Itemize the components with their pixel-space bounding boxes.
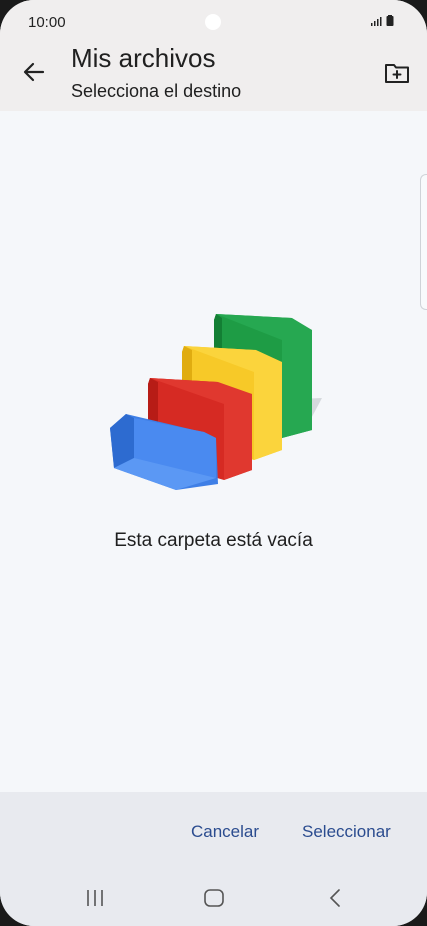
- empty-folders-illustration: [110, 314, 322, 490]
- recents-icon: [87, 890, 103, 906]
- phone-screen: 10:00 Mis archivos Selecciona el destino: [0, 0, 427, 926]
- select-button[interactable]: Seleccionar: [296, 818, 397, 846]
- page-title: Mis archivos: [71, 43, 216, 73]
- chevron-left-icon: [329, 889, 340, 907]
- app-header: Mis archivos Selecciona el destino: [0, 36, 427, 111]
- status-bar: 10:00: [0, 0, 427, 36]
- scroll-handle[interactable]: [420, 174, 427, 310]
- status-icons: [371, 15, 394, 26]
- camera-cutout: [205, 14, 221, 30]
- empty-folder-message: Esta carpeta está vacía: [114, 530, 313, 551]
- new-folder-button[interactable]: [379, 58, 415, 88]
- arrow-left-icon: [23, 62, 45, 82]
- back-nav-button[interactable]: [315, 882, 355, 914]
- status-time: 10:00: [28, 14, 66, 31]
- folder-plus-icon: [385, 64, 409, 83]
- home-icon: [204, 889, 224, 907]
- cancel-button[interactable]: Cancelar: [185, 818, 265, 846]
- back-button[interactable]: [16, 58, 52, 86]
- page-subtitle: Selecciona el destino: [71, 81, 242, 101]
- signal-icon: [371, 17, 382, 26]
- recents-nav-button[interactable]: [75, 882, 115, 914]
- battery-icon: [386, 15, 394, 26]
- home-nav-button[interactable]: [194, 882, 234, 914]
